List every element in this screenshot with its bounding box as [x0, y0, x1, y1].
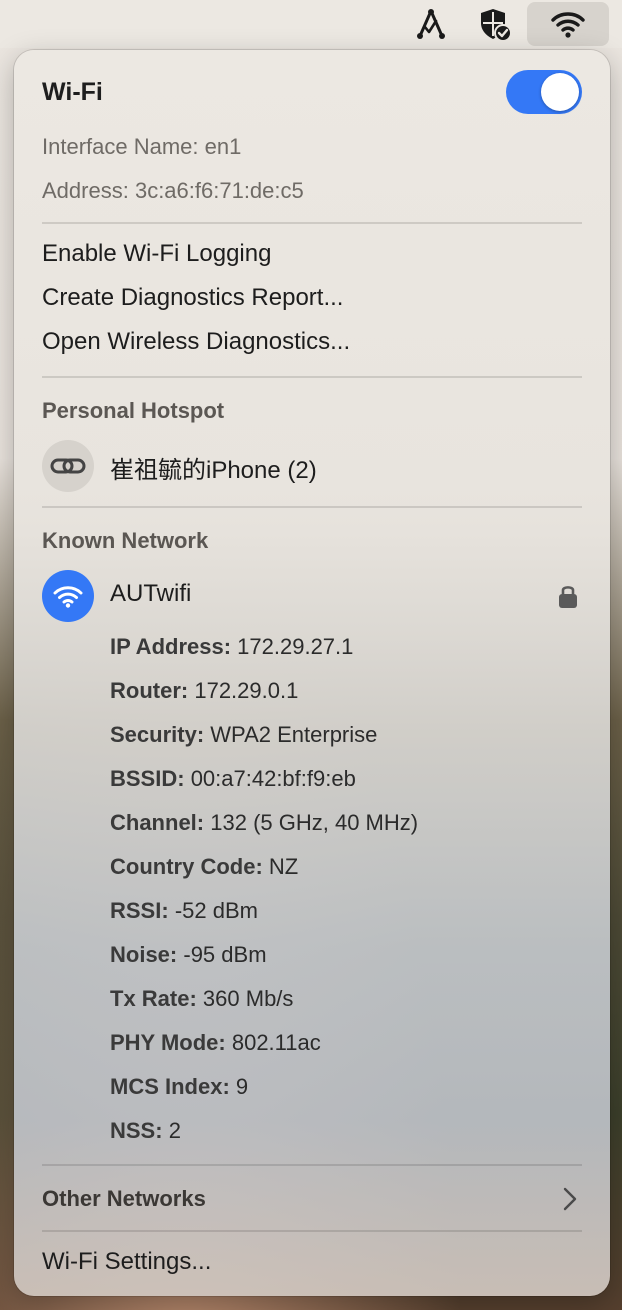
wifi-icon [42, 570, 94, 622]
network-detail-key: Router: [110, 678, 189, 703]
network-detail-row: PHY Mode: 802.11ac [110, 1030, 321, 1056]
menu-bar [0, 0, 622, 48]
network-detail-value: 172.29.27.1 [237, 634, 354, 659]
known-network-heading: Known Network [42, 528, 209, 553]
network-detail-key: RSSI: [110, 898, 169, 923]
divider [42, 376, 582, 378]
enable-wifi-logging-item[interactable]: Enable Wi-Fi Logging [42, 240, 271, 268]
wifi-menu-panel: Wi-Fi Interface Name: en1 Address: 3c:a6… [14, 50, 610, 1296]
network-detail-value: 172.29.0.1 [194, 678, 299, 703]
lock-icon [558, 583, 578, 614]
network-detail-value: 00:a7:42:bf:f9:eb [190, 766, 356, 791]
address-label: Address: [42, 178, 129, 203]
network-detail-key: MCS Index: [110, 1074, 230, 1099]
divider [42, 506, 582, 508]
address-value: 3c:a6:f6:71:de:c5 [134, 178, 304, 203]
divider [42, 1164, 582, 1166]
network-detail-value: 9 [235, 1074, 249, 1099]
other-networks-label: Other Networks [42, 1186, 206, 1211]
network-detail-row: Router: 172.29.0.1 [110, 678, 298, 704]
network-detail-row: Tx Rate: 360 Mb/s [110, 986, 293, 1012]
known-network-item[interactable]: AUTwifi [42, 570, 582, 622]
personal-hotspot-heading: Personal Hotspot [42, 398, 225, 423]
network-detail-key: PHY Mode: [110, 1030, 226, 1055]
network-detail-row: BSSID: 00:a7:42:bf:f9:eb [110, 766, 356, 792]
hotspot-device-item[interactable]: 崔祖毓的iPhone (2) [42, 440, 582, 492]
network-detail-value: 802.11ac [231, 1030, 321, 1055]
network-detail-row: RSSI: -52 dBm [110, 898, 258, 924]
wifi-title: Wi-Fi [42, 78, 103, 106]
network-detail-key: IP Address: [110, 634, 232, 659]
wifi-toggle-knob [541, 73, 579, 111]
network-detail-value: 360 Mb/s [202, 986, 294, 1011]
network-detail-value: 132 (5 GHz, 40 MHz) [210, 810, 419, 835]
interface-name-value: en1 [204, 134, 242, 159]
network-detail-row: Noise: -95 dBm [110, 942, 267, 968]
network-detail-value: NZ [268, 854, 299, 879]
network-share-icon[interactable] [406, 0, 456, 48]
wifi-settings-item[interactable]: Wi-Fi Settings... [42, 1248, 211, 1276]
chevron-right-icon [562, 1186, 578, 1217]
create-diagnostics-report-item[interactable]: Create Diagnostics Report... [42, 284, 343, 312]
network-detail-value: -52 dBm [174, 898, 258, 923]
wifi-menubar-icon[interactable] [527, 2, 609, 46]
network-detail-key: Security: [110, 722, 205, 747]
open-wireless-diagnostics-item[interactable]: Open Wireless Diagnostics... [42, 328, 350, 356]
network-detail-row: MCS Index: 9 [110, 1074, 248, 1100]
network-detail-key: Noise: [110, 942, 178, 967]
network-detail-value: -95 dBm [183, 942, 267, 967]
address-row: Address: 3c:a6:f6:71:de:c5 [42, 178, 304, 204]
divider [42, 222, 582, 224]
network-detail-value: WPA2 Enterprise [210, 722, 378, 747]
network-detail-key: BSSID: [110, 766, 185, 791]
network-detail-row: Channel: 132 (5 GHz, 40 MHz) [110, 810, 418, 836]
other-networks-item[interactable]: Other Networks [42, 1182, 582, 1218]
network-detail-row: IP Address: 172.29.27.1 [110, 634, 353, 660]
known-network-name: AUTwifi [110, 580, 192, 607]
network-detail-key: Country Code: [110, 854, 263, 879]
wifi-toggle[interactable] [506, 70, 582, 114]
network-detail-value: 2 [168, 1118, 181, 1143]
vpn-shield-check-icon[interactable] [470, 0, 520, 48]
link-icon [42, 440, 94, 492]
network-detail-row: Country Code: NZ [110, 854, 298, 880]
network-detail-row: NSS: 2 [110, 1118, 181, 1144]
interface-name-label: Interface Name: [42, 134, 199, 159]
network-detail-key: Channel: [110, 810, 205, 835]
network-detail-key: NSS: [110, 1118, 163, 1143]
divider [42, 1230, 582, 1232]
network-detail-key: Tx Rate: [110, 986, 197, 1011]
interface-name-row: Interface Name: en1 [42, 134, 241, 160]
hotspot-device-name: 崔祖毓的iPhone (2) [110, 457, 317, 484]
network-detail-row: Security: WPA2 Enterprise [110, 722, 377, 748]
